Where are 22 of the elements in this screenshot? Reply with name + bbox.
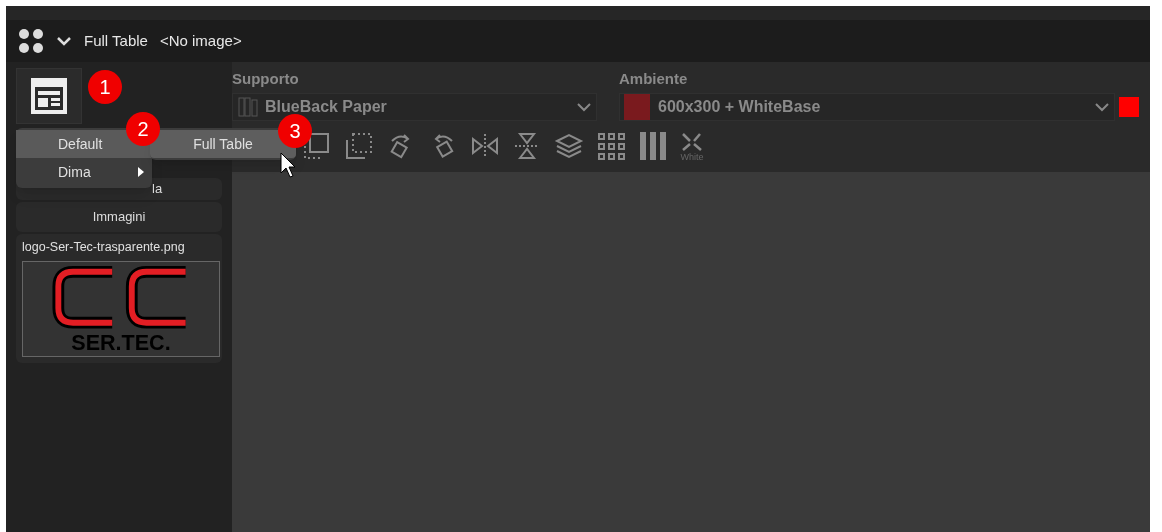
books-icon (237, 95, 261, 118)
distribute-grid-icon[interactable] (596, 131, 626, 161)
supporto-label: Supporto (232, 69, 300, 89)
supporto-select[interactable]: BlueBack Paper (232, 92, 597, 121)
grid-dots-icon[interactable] (18, 28, 44, 54)
ambiente-label: Ambiente (619, 69, 689, 89)
bars-icon[interactable] (638, 131, 668, 161)
image-status: <No image> (159, 30, 242, 51)
chevron-down-icon (576, 100, 592, 113)
layers-icon[interactable] (554, 131, 584, 161)
chevron-down-icon[interactable] (56, 35, 72, 47)
images-header[interactable]: Immagini (16, 202, 222, 232)
layout-icon (29, 76, 69, 116)
color-indicator (1119, 96, 1139, 117)
layout-title: Full Table (84, 30, 148, 51)
ambiente-select[interactable]: 600x300 + WhiteBase (619, 92, 1115, 121)
mouse-pointer-icon (280, 152, 296, 178)
select-frame-icon[interactable] (302, 131, 332, 161)
chevron-down-icon (1094, 100, 1110, 113)
layout-button[interactable] (16, 68, 82, 124)
dotted-frame-icon[interactable] (344, 131, 374, 161)
file-name: logo-Ser-Tec-trasparente.png (22, 239, 186, 256)
